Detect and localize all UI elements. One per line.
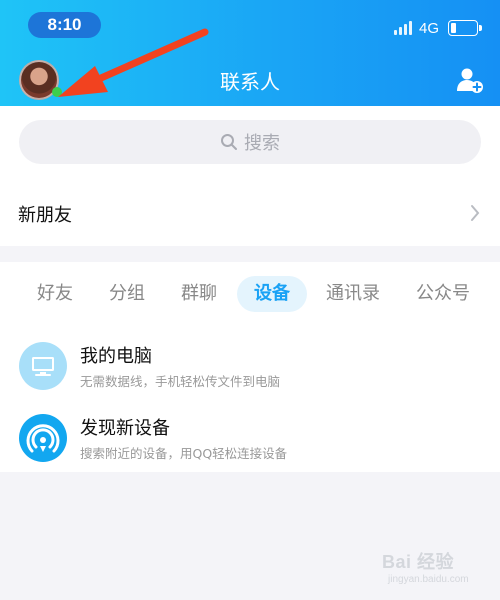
battery-icon [448,20,482,36]
tab-official-accounts[interactable]: 公众号 [410,276,476,312]
new-friends-label: 新朋友 [18,205,72,226]
add-friend-icon[interactable] [456,66,484,94]
baidu-watermark: Bai 经验 jingyan.baidu.com [382,548,492,592]
tab-devices[interactable]: 设备 [237,276,307,312]
watermark-text: Bai 经验 [382,552,455,572]
chevron-right-icon [471,205,480,221]
tab-groups[interactable]: 分组 [99,276,155,312]
search-placeholder: 搜索 [244,133,280,154]
tab-address-book[interactable]: 通讯录 [320,276,386,312]
watermark-url: jingyan.baidu.com [388,574,469,585]
header-bar: 8:10 4G 联系人 [0,0,500,106]
device-title: 我的电脑 [80,346,152,367]
search-input[interactable]: 搜索 [19,120,481,164]
tab-friends[interactable]: 好友 [27,276,83,312]
status-time: 8:10 [28,12,101,38]
device-title: 发现新设备 [80,418,170,439]
page-title: 联系人 [220,70,280,94]
network-type: 4G [419,20,440,37]
search-icon [221,134,237,150]
device-subtitle: 无需数据线，手机轻松传文件到电脑 [80,374,281,389]
contacts-list-section: 好友 分组 群聊 设备 通讯录 公众号 我的电脑 无需数据线，手机轻松传文件到电… [0,262,500,472]
device-my-computer[interactable]: 我的电脑 无需数据线，手机轻松传文件到电脑 [0,336,500,396]
signal-icon [394,21,412,35]
device-find-new[interactable]: 发现新设备 搜索附近的设备，用QQ轻松连接设备 [0,408,500,468]
contact-tabs: 好友 分组 群聊 设备 通讯录 公众号 [0,276,500,314]
computer-icon [19,342,67,390]
new-friends-row[interactable]: 新朋友 [0,186,500,242]
tab-group-chats[interactable]: 群聊 [171,276,227,312]
device-subtitle: 搜索附近的设备，用QQ轻松连接设备 [80,446,288,461]
search-section: 搜索 新朋友 [0,106,500,246]
find-device-icon [19,414,67,462]
